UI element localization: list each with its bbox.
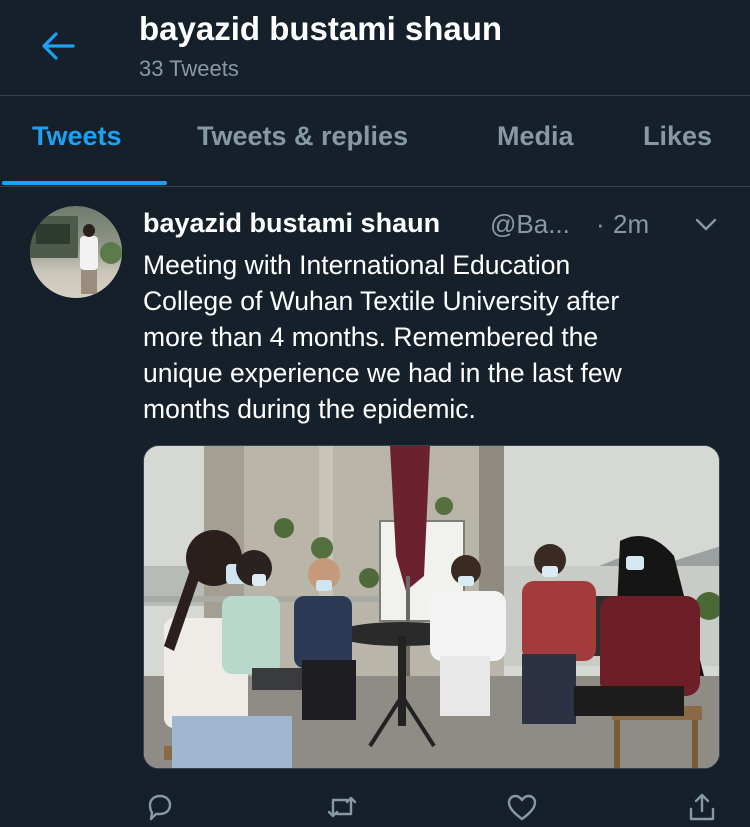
like-button[interactable]	[505, 790, 539, 824]
active-tab-indicator	[2, 181, 167, 185]
profile-tabs: Tweets Tweets & replies Media Likes	[0, 97, 750, 187]
tweet-text-line: months during the epidemic.	[143, 394, 476, 424]
tab-tweets-and-replies[interactable]: Tweets & replies	[197, 121, 408, 152]
tab-tweets[interactable]: Tweets	[32, 121, 122, 152]
share-button[interactable]	[685, 790, 719, 824]
chevron-down-icon	[695, 218, 717, 231]
tweet-text-line: unique experience we had in the last few	[143, 358, 622, 388]
tweet-text: Meeting with International Education Col…	[143, 247, 723, 427]
tweet-menu-button[interactable]	[693, 214, 719, 236]
avatar[interactable]	[30, 206, 122, 298]
tweet-photo[interactable]	[143, 445, 720, 769]
tweet-author-name[interactable]: bayazid bustami shaun	[143, 208, 440, 239]
tweet-actions	[143, 790, 733, 826]
tweet-timestamp[interactable]: 2m	[613, 209, 649, 240]
tweet-text-line: more than 4 months. Remembered the	[143, 322, 599, 352]
tab-likes[interactable]: Likes	[643, 121, 712, 152]
profile-header: bayazid bustami shaun 33 Tweets	[0, 0, 750, 96]
tweet-count: 33 Tweets	[139, 56, 239, 81]
reply-button[interactable]	[143, 790, 177, 824]
tweet-text-line: Meeting with International Education	[143, 250, 571, 280]
share-icon	[689, 793, 715, 821]
tweet-author-handle[interactable]: @Ba...	[490, 209, 570, 240]
retweet-button[interactable]	[325, 790, 359, 824]
like-icon	[507, 794, 537, 821]
arrow-left-icon	[42, 32, 75, 60]
back-button[interactable]	[38, 28, 78, 64]
reply-icon	[148, 794, 172, 821]
tab-media[interactable]: Media	[497, 121, 574, 152]
retweet-icon	[327, 796, 357, 818]
tweet-separator: ·	[596, 209, 605, 239]
profile-name-title: bayazid bustami shaun	[139, 10, 503, 47]
tweet-text-line: College of Wuhan Textile University afte…	[143, 286, 620, 316]
